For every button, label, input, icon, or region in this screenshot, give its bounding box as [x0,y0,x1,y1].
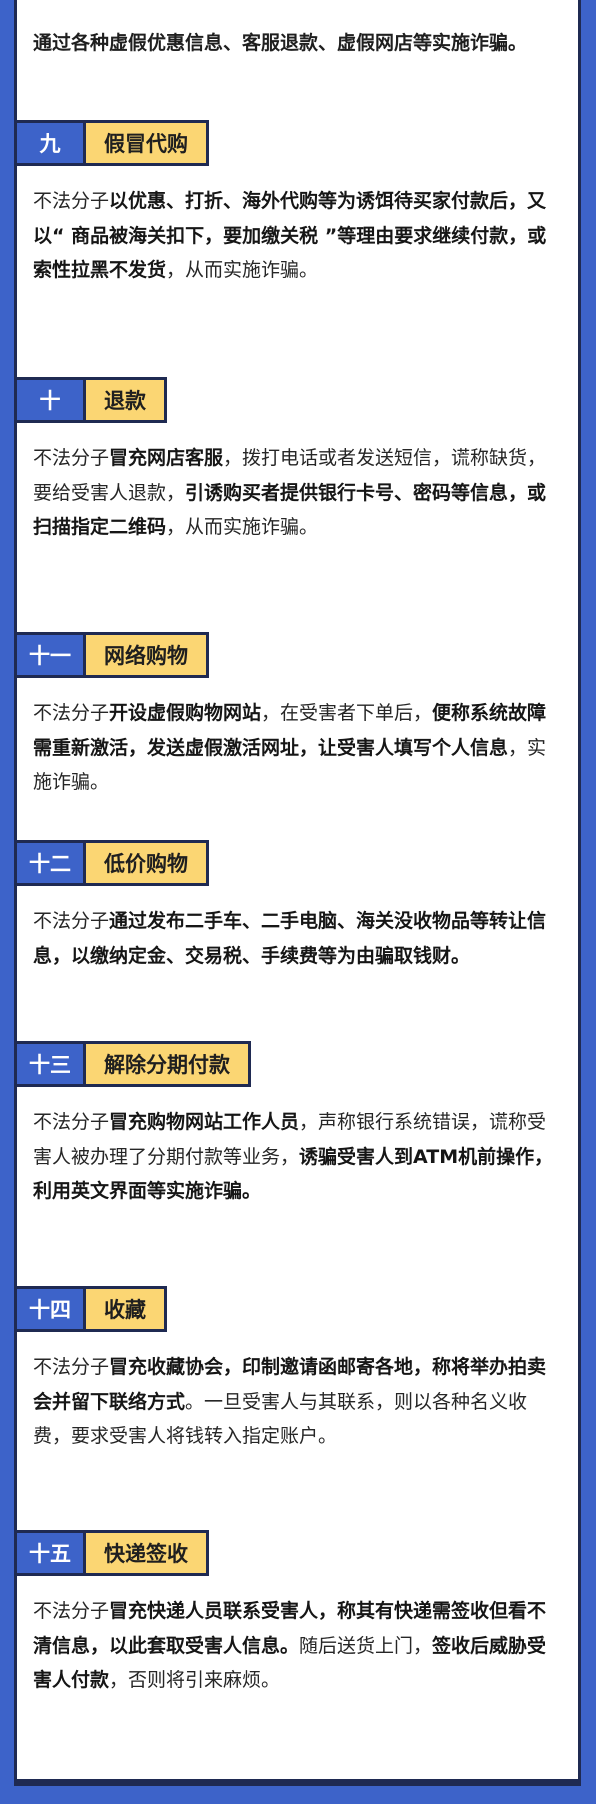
card-bottom-border [14,1782,581,1786]
emphasis-text: 通过发布二手车、二手电脑、海关没收物品等转让信息，以缴纳定金、交易税、手续费等为… [33,910,547,967]
body-text: ，否则将引来麻烦。 [109,1669,281,1691]
section-number: 十三 [17,1041,86,1087]
section-title: 网络购物 [86,632,209,678]
section-body: 不法分子通过发布二手车、二手电脑、海关没收物品等转让信息，以缴纳定金、交易税、手… [33,904,565,973]
section-header: 十三 解除分期付款 [17,1041,578,1087]
section-15: 十五 快递签收 不法分子冒充快递人员联系受害人，称其有快递需签收但看不清信息，以… [17,1530,578,1698]
body-text: 不法分子 [33,190,110,212]
body-text: 不法分子 [33,1111,110,1133]
section-body: 不法分子冒充购物网站工作人员，声称银行系统错误，谎称受害人被办理了分期付款等业务… [33,1105,565,1209]
section-number: 十二 [17,840,86,886]
section-11: 十一 网络购物 不法分子开设虚假购物网站，在受害者下单后，便称系统故障需重新激活… [17,632,578,800]
section-title: 快递签收 [86,1530,209,1576]
section-number: 十五 [17,1530,86,1576]
section-number: 九 [17,120,86,166]
body-text: 不法分子 [33,910,110,932]
body-text: 不法分子 [33,447,110,469]
body-text: ，从而实施诈骗。 [166,516,319,538]
section-number: 十一 [17,632,86,678]
body-text: 不法分子 [33,1356,110,1378]
section-title: 假冒代购 [86,120,209,166]
body-text: ，从而实施诈骗。 [166,259,319,281]
section-number: 十 [17,377,86,423]
section-header: 九 假冒代购 [17,120,578,166]
emphasis-text: 冒充网店客服 [109,447,224,469]
section-title: 低价购物 [86,840,209,886]
section-14: 十四 收藏 不法分子冒充收藏协会，印制邀请函邮寄各地，称将举办拍卖会并留下联络方… [17,1286,578,1454]
content-card: 通过各种虚假优惠信息、客服退款、虚假网店等实施诈骗。 九 假冒代购 不法分子以优… [14,0,581,1782]
intro-text: 通过各种虚假优惠信息、客服退款、虚假网店等实施诈骗。 [33,32,528,54]
section-body: 不法分子冒充收藏协会，印制邀请函邮寄各地，称将举办拍卖会并留下联络方式。一旦受害… [33,1350,565,1454]
section-10: 十 退款 不法分子冒充网店客服，拨打电话或者发送短信，谎称缺货，要给受害人退款，… [17,377,578,545]
section-title: 退款 [86,377,167,423]
emphasis-text: 诱骗受害人到ATM机前操作， [299,1145,554,1168]
section-body: 不法分子冒充快递人员联系受害人，称其有快递需签收但看不清信息，以此套取受害人信息… [33,1594,565,1698]
section-title: 收藏 [86,1286,167,1332]
section-header: 十四 收藏 [17,1286,578,1332]
section-body: 不法分子冒充网店客服，拨打电话或者发送短信，谎称缺货，要给受害人退款，引诱购买者… [33,441,565,545]
section-number: 十四 [17,1286,86,1332]
section-body: 不法分子开设虚假购物网站，在受害者下单后，便称系统故障需重新激活，发送虚假激活网… [33,696,565,800]
section-body: 不法分子以优惠、打折、海外代购等为诱饵待买家付款后，又以“ 商品被海关扣下，要加… [33,184,565,288]
section-header: 十五 快递签收 [17,1530,578,1576]
body-text: 随后送货上门， [299,1634,433,1657]
body-text: ，在受害者下单后， [261,702,433,724]
section-header: 十一 网络购物 [17,632,578,678]
section-13: 十三 解除分期付款 不法分子冒充购物网站工作人员，声称银行系统错误，谎称受害人被… [17,1041,578,1209]
section-header: 十 退款 [17,377,578,423]
section-12: 十二 低价购物 不法分子通过发布二手车、二手电脑、海关没收物品等转让信息，以缴纳… [17,840,578,973]
emphasis-text: 利用英文界面等实施诈骗。 [33,1180,262,1202]
emphasis-text: 开设虚假购物网站 [109,702,262,724]
section-header: 十二 低价购物 [17,840,578,886]
body-text: 不法分子 [33,1600,110,1622]
section-9: 九 假冒代购 不法分子以优惠、打折、海外代购等为诱饵待买家付款后，又以“ 商品被… [17,120,578,288]
body-text: 不法分子 [33,702,110,724]
section-title: 解除分期付款 [86,1041,251,1087]
emphasis-text: 冒充购物网站工作人员 [109,1111,300,1133]
